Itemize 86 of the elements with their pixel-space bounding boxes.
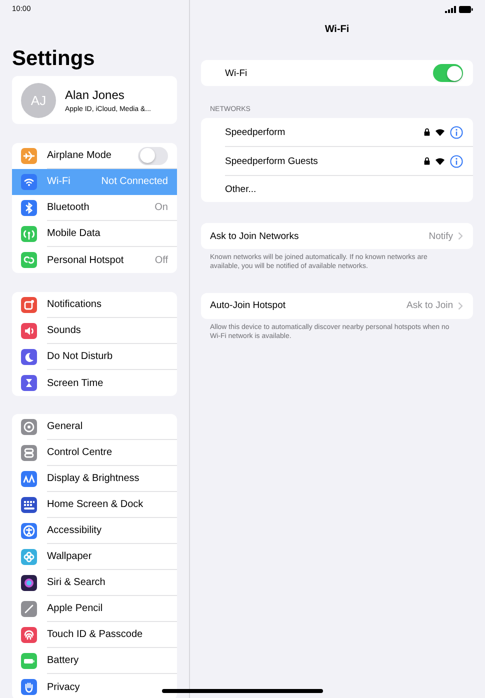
hand-icon xyxy=(21,679,37,695)
chain-link-icon xyxy=(21,252,37,268)
profile-name: Alan Jones xyxy=(65,88,126,102)
item-label: Privacy xyxy=(47,682,80,692)
item-label: Notifications xyxy=(47,299,102,310)
setting-value: Notify xyxy=(428,230,453,242)
sidebar-item[interactable]: Home Screen & Dock xyxy=(12,492,177,518)
sidebar-item[interactable]: Accessibility xyxy=(12,518,177,544)
page-title: Settings xyxy=(12,47,96,71)
setting-row[interactable]: Ask to Join Networks Notify xyxy=(201,223,473,249)
notification-icon xyxy=(21,297,37,313)
item-label: Control Centre xyxy=(47,447,112,458)
network-row[interactable]: Speedperform xyxy=(225,118,473,147)
item-label: Do Not Disturb xyxy=(47,351,113,362)
screen-title: Wi-Fi xyxy=(324,24,350,37)
sidebar-item[interactable]: General xyxy=(12,414,177,440)
setting-value: Ask to Join xyxy=(406,300,453,312)
network-name: Other... xyxy=(225,184,256,194)
sidebar-item[interactable]: Do Not Disturb xyxy=(12,344,177,370)
item-label: Mobile Data xyxy=(47,228,100,239)
item-label: Airplane Mode xyxy=(47,150,112,161)
network-name: Speedperform Guests xyxy=(225,156,318,166)
item-value: On xyxy=(154,202,168,213)
wifi-icon xyxy=(21,174,37,190)
item-label: Personal Hotspot xyxy=(47,254,124,266)
flower-icon xyxy=(21,549,37,565)
network-row[interactable]: Other... xyxy=(225,176,473,202)
hourglass-icon xyxy=(21,375,37,391)
item-label: Bluetooth xyxy=(47,202,90,213)
moon-icon xyxy=(21,349,37,365)
sidebar-item[interactable]: Personal Hotspot Off xyxy=(12,247,177,273)
sidebar-item[interactable]: Siri & Search xyxy=(12,570,177,596)
sidebar-item[interactable]: Display & Brightness xyxy=(12,466,177,492)
sidebar-item[interactable]: Mobile Data xyxy=(12,221,177,247)
airplane-icon xyxy=(21,148,37,164)
wifi-icon xyxy=(435,157,445,165)
item-label: Siri & Search xyxy=(47,577,106,588)
signal-icon xyxy=(445,6,456,12)
sidebar-item[interactable]: Bluetooth On xyxy=(12,195,177,221)
item-value: Not Connected xyxy=(101,176,168,187)
sidebar-item[interactable]: Touch ID & Passcode xyxy=(12,622,177,648)
switches-icon xyxy=(21,445,37,461)
battery-icon xyxy=(21,653,37,669)
setting-label: Wi-Fi xyxy=(225,68,248,78)
network-name: Speedperform xyxy=(225,126,286,138)
item-label: Touch ID & Passcode xyxy=(47,629,143,640)
info-icon[interactable] xyxy=(450,126,463,138)
orb-icon xyxy=(21,575,37,591)
item-label: Home Screen & Dock xyxy=(47,499,144,510)
sidebar-item[interactable]: Wallpaper xyxy=(12,544,177,570)
setting-row[interactable]: Auto-Join Hotspot Ask to Join xyxy=(201,292,473,319)
item-label: Apple Pencil xyxy=(47,603,103,614)
item-label: Sounds xyxy=(47,325,81,336)
network-row[interactable]: Speedperform Guests xyxy=(225,147,473,176)
item-label: Wi-Fi xyxy=(47,176,70,187)
item-label: General xyxy=(47,421,83,432)
bluetooth-icon xyxy=(21,200,37,216)
sidebar-item[interactable]: Screen Time xyxy=(12,370,177,396)
item-label: Display & Brightness xyxy=(47,473,140,484)
pencil-icon xyxy=(21,601,37,617)
avatar: AJ xyxy=(21,82,56,118)
sidebar-item[interactable]: Sounds xyxy=(12,318,177,344)
fingerprint-icon xyxy=(21,627,37,643)
item-label: Battery xyxy=(47,655,79,666)
item-label: Wallpaper xyxy=(47,551,92,562)
battery-icon xyxy=(459,6,473,12)
accessibility-icon xyxy=(21,523,37,539)
app-grid-icon xyxy=(21,497,37,513)
info-icon[interactable] xyxy=(450,154,463,168)
sidebar-item[interactable]: Apple Pencil xyxy=(12,596,177,622)
setting-label: Auto-Join Hotspot xyxy=(210,300,286,312)
sidebar-item[interactable]: Notifications xyxy=(12,292,177,318)
chevron-icon xyxy=(458,302,463,310)
setting-label: Ask to Join Networks xyxy=(210,230,299,242)
item-value: Off xyxy=(154,254,168,266)
wifi-toggle[interactable] xyxy=(433,64,463,82)
chevron-icon xyxy=(458,232,463,240)
item-label: Accessibility xyxy=(47,525,102,536)
antenna-icon xyxy=(21,226,37,242)
speaker-icon xyxy=(21,323,37,339)
wifi-icon xyxy=(435,128,445,136)
item-label: Screen Time xyxy=(47,378,104,388)
sidebar-item[interactable]: Privacy xyxy=(12,674,177,698)
toggle-switch[interactable] xyxy=(138,146,168,164)
sidebar-item[interactable]: Battery xyxy=(12,648,177,674)
sidebar-item[interactable]: Control Centre xyxy=(12,440,177,466)
